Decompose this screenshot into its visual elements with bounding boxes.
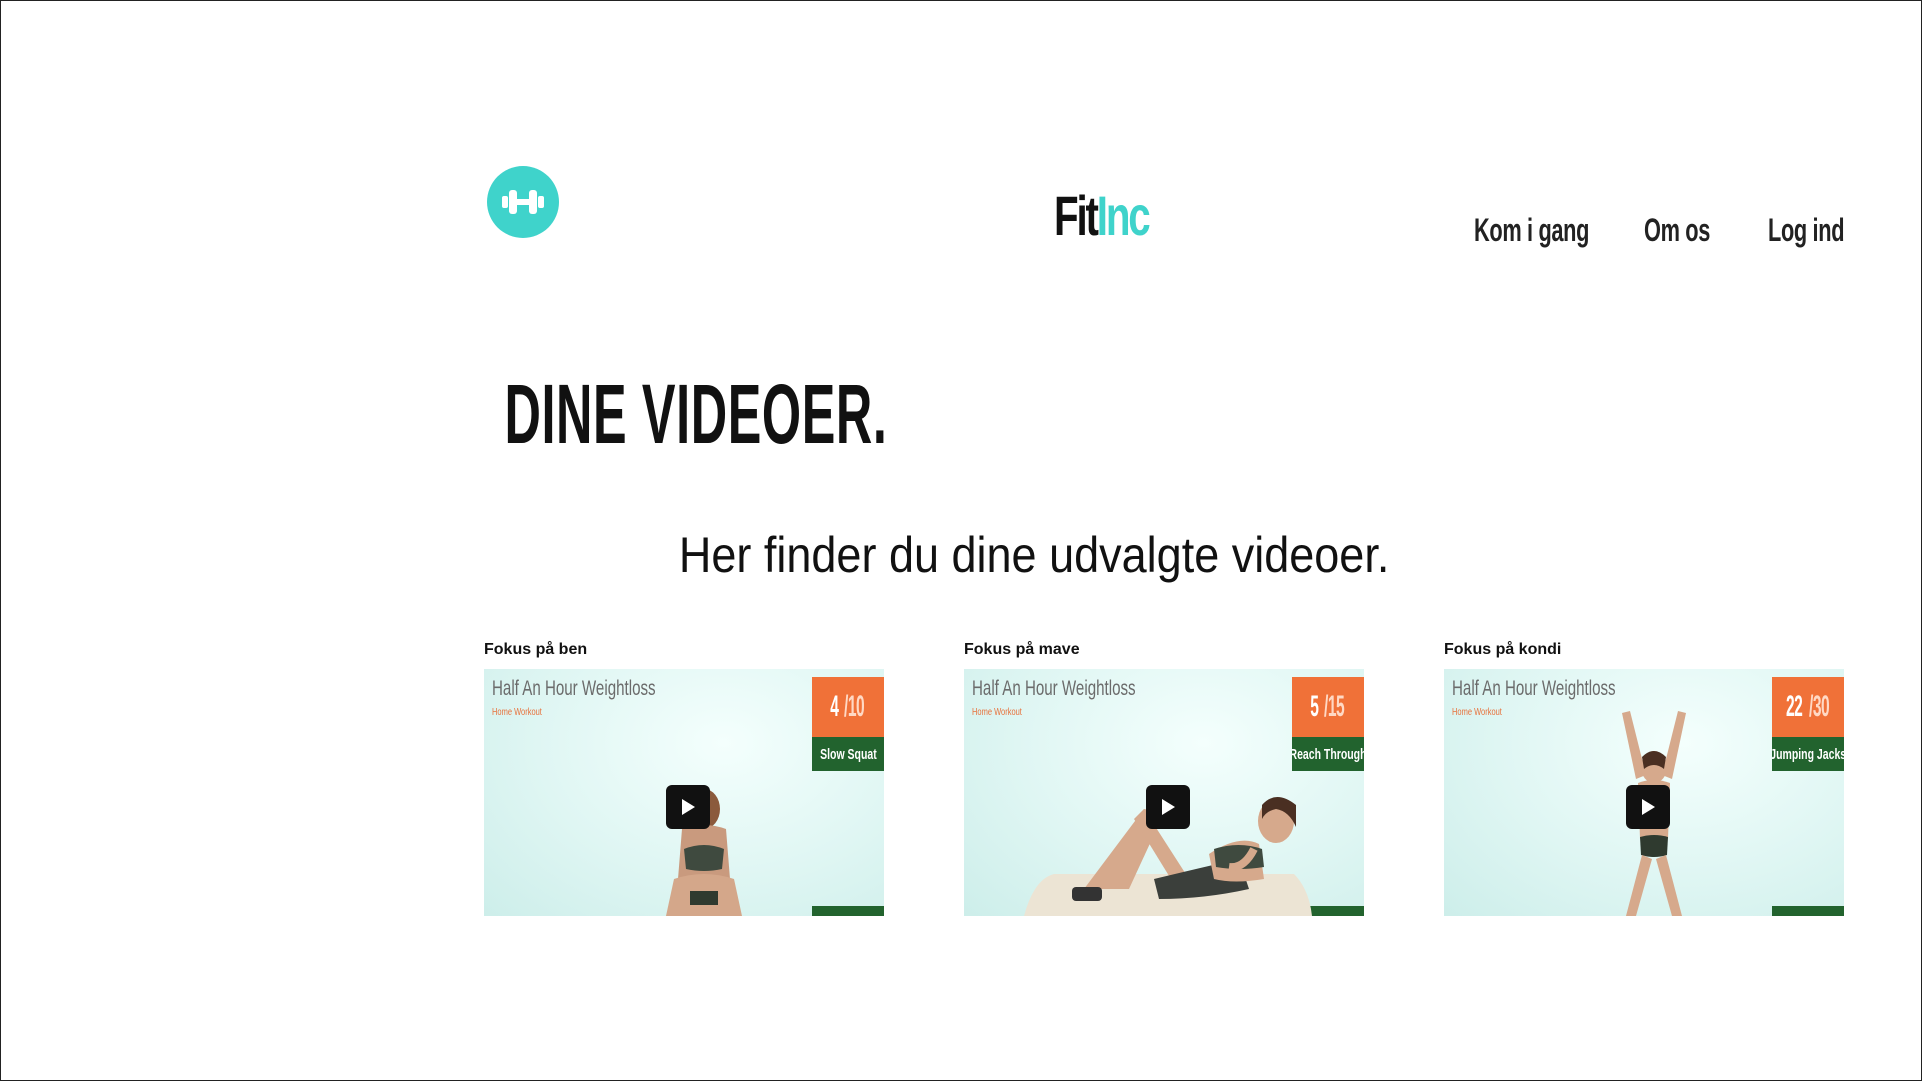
- brand-fit: Fit: [1054, 184, 1099, 247]
- nav-about[interactable]: Om os: [1644, 212, 1710, 249]
- video-label: Fokus på mave: [964, 641, 1080, 658]
- play-icon[interactable]: [666, 785, 710, 829]
- exercise-counter: 22/30: [1772, 677, 1844, 737]
- brand-logo[interactable]: FitInc: [1054, 188, 1151, 244]
- thumb-title: Half An Hour Weightloss: [1452, 677, 1616, 700]
- exercise-figure: [1024, 797, 1312, 916]
- thumb-title: Half An Hour Weightloss: [972, 677, 1136, 700]
- page-title: DINE VIDEOER.: [504, 367, 888, 461]
- play-icon[interactable]: [1146, 785, 1190, 829]
- video-thumbnail[interactable]: Half An Hour Weightloss Home Workout 22/…: [1444, 669, 1844, 916]
- exercise-name: Jumping Jacks: [1772, 737, 1844, 771]
- brand-inc: Inc: [1096, 184, 1151, 247]
- play-icon[interactable]: [1626, 785, 1670, 829]
- video-card-abs: Fokus på mave Half An Hour Weightloss Ho…: [964, 641, 1364, 916]
- next-strip: [1772, 906, 1844, 916]
- thumb-subtitle: Home Workout: [972, 707, 1022, 718]
- thumb-title: Half An Hour Weightloss: [492, 677, 656, 700]
- video-card-legs: Fokus på ben Half An Hour Weightloss Hom…: [484, 641, 884, 916]
- video-label: Fokus på kondi: [1444, 641, 1562, 658]
- next-strip: [812, 906, 884, 916]
- dumbbell-icon[interactable]: [487, 166, 559, 238]
- thumb-subtitle: Home Workout: [1452, 707, 1502, 718]
- page-subtitle: Her finder du dine udvalgte videoer.: [678, 527, 1390, 583]
- thumb-subtitle: Home Workout: [492, 707, 542, 718]
- video-thumbnail[interactable]: Half An Hour Weightloss Home Workout 4/1…: [484, 669, 884, 916]
- video-thumbnail[interactable]: Half An Hour Weightloss Home Workout 5/1…: [964, 669, 1364, 916]
- video-card-cardio: Fokus på kondi Half An Hour Weightloss H…: [1444, 641, 1844, 916]
- nav-get-started[interactable]: Kom i gang: [1474, 212, 1589, 249]
- exercise-counter: 5/15: [1292, 677, 1364, 737]
- nav-login[interactable]: Log ind: [1768, 212, 1845, 249]
- video-label: Fokus på ben: [484, 641, 588, 658]
- exercise-counter: 4/10: [812, 677, 884, 737]
- exercise-name: Slow Squat: [812, 737, 884, 771]
